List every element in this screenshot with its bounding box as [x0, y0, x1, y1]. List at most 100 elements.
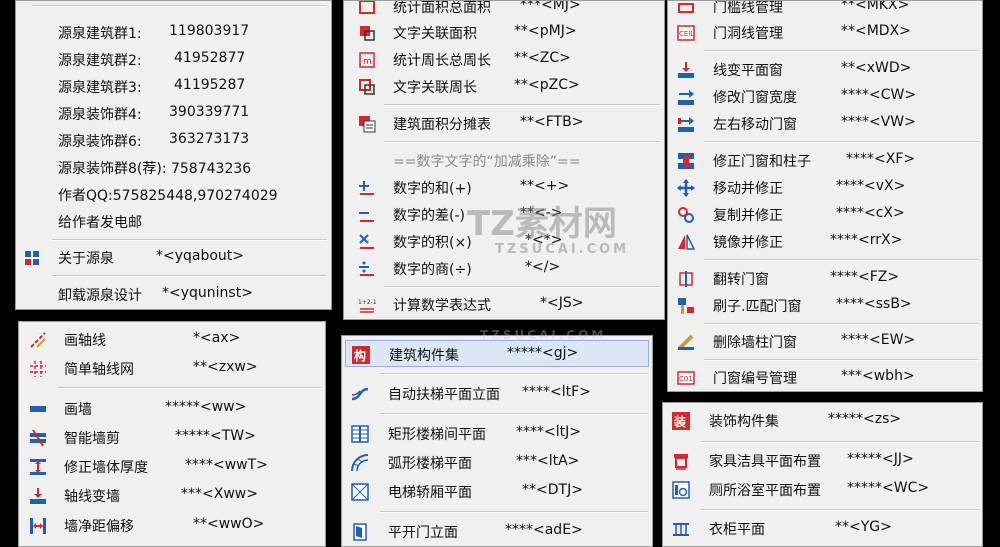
- menu-item-group6[interactable]: 源泉装饰群6: 363273173: [16, 127, 331, 154]
- menu-item-shortcut: ****<EW>: [841, 332, 916, 348]
- menu-separator: [704, 359, 978, 361]
- menu-item-label: 门槛线管理: [713, 0, 783, 16]
- menu-item-perimeter[interactable]: m 统计周长总周长 **<ZC>: [344, 46, 664, 73]
- menu-item-area-total[interactable]: 统计面积总面积 ***<MJ>: [344, 1, 664, 20]
- menu-item-brush-match[interactable]: 刷子.匹配门窗 ****<ssB>: [668, 292, 982, 319]
- menu-item-shortcut: *****<TW>: [175, 428, 256, 444]
- menu-item-area-table[interactable]: 建筑面积分摊表 **<FTB>: [344, 110, 664, 137]
- menu-item-uninstall[interactable]: 卸载源泉设计 *<yquninst>: [16, 281, 331, 308]
- menu-item-difference[interactable]: 数字的差(-) **<->: [344, 201, 664, 228]
- menu-item-door-number[interactable]: C01 门窗编号管理 ***<wbh>: [668, 364, 982, 391]
- menu-item-shortcut: **<wwO>: [193, 516, 265, 532]
- swing-door-icon: [351, 523, 369, 541]
- menu-item-rect-stair[interactable]: 矩形楼梯间平面 ****<ltJ>: [342, 420, 652, 447]
- decor-icon: 装: [672, 412, 690, 430]
- menu-item-label: 修改门窗宽度: [713, 90, 797, 106]
- menu-item-copy-fix[interactable]: 复制并修正 ****<cX>: [668, 201, 982, 228]
- menu-item-line-to-window[interactable]: 线变平面窗 **<xWD>: [668, 56, 982, 83]
- menu-item-wall-trim[interactable]: 智能墙剪 *****<TW>: [19, 424, 325, 451]
- menu-item-shortcut: *****<zs>: [828, 411, 902, 427]
- menu-item-wall-offset[interactable]: 墙净距偏移 **<wwO>: [19, 512, 325, 539]
- menu-item-furniture[interactable]: 家具洁具平面布置 *****<JJ>: [663, 447, 982, 474]
- menu-separator: [380, 511, 648, 513]
- menu-item-quotient[interactable]: 数字的商(÷) *</>: [344, 255, 664, 282]
- menu-item-door-opening[interactable]: CEIL 门洞线管理 **<MDX>: [668, 19, 982, 46]
- menu-item-label: 矩形楼梯间平面: [388, 427, 486, 443]
- menu-item-group3[interactable]: 源泉建筑群3: 41195287: [16, 73, 331, 100]
- menu-item-text-area[interactable]: 文字关联面积 **<pMJ>: [344, 19, 664, 46]
- menu-item-group2[interactable]: 源泉建筑群2: 41952877: [16, 46, 331, 73]
- menu-item-draw-wall[interactable]: 画墙 *****<ww>: [19, 395, 325, 422]
- wall-thickness-icon: [29, 458, 47, 476]
- menu-item-product[interactable]: 数字的积(×) *<*>: [344, 228, 664, 255]
- menu-item-label: 数字的差(-): [393, 208, 465, 224]
- menu-item-email-author[interactable]: 给作者发电邮: [16, 208, 331, 235]
- menu-heading-label: ==数字文字的“加减乘除”==: [393, 154, 581, 170]
- menu-item-shortcut: ****<wwT>: [185, 457, 268, 473]
- menu-item-mirror-fix[interactable]: 镜像并修正 ****<rrX>: [668, 228, 982, 255]
- menu-item-sum[interactable]: 数字的和(+) **<+>: [344, 174, 664, 201]
- door-opening-icon: CEIL: [677, 24, 695, 42]
- menu-separator: [380, 373, 648, 375]
- menu-item-label: 移动并修正: [713, 181, 783, 197]
- plus-icon: [358, 179, 376, 197]
- menu-separator: [384, 104, 660, 106]
- menu-item-label: 轴线变墙: [64, 489, 120, 505]
- svg-text:CEIL: CEIL: [679, 30, 694, 38]
- menu-item-label: 源泉建筑群2:: [58, 53, 142, 69]
- menu-item-group4[interactable]: 源泉装饰群4: 390339771: [16, 100, 331, 127]
- menu-item-arc-stair[interactable]: 弧形楼梯平面 ***<ltA>: [342, 449, 652, 476]
- menu-item-draw-axis[interactable]: 画轴线 *<ax>: [19, 326, 325, 353]
- menu-separator: [704, 323, 978, 325]
- menu-item-shortcut: **<ZC>: [514, 50, 571, 66]
- menu-item-label: 平开门立面: [388, 525, 458, 541]
- door-number-icon: C01: [677, 369, 695, 387]
- menu-item-author-qq[interactable]: 作者QQ:575825448,970274029: [16, 181, 331, 208]
- menu-item-door-sill[interactable]: 门槛线管理 **<MKX>: [668, 0, 982, 20]
- menu-item-axis-to-wall[interactable]: 轴线变墙 ***<Xww>: [19, 482, 325, 509]
- svg-text:1+2-1: 1+2-1: [358, 299, 376, 306]
- brush-match-icon: [677, 297, 695, 315]
- menu-item-component-set[interactable]: 构 建筑构件集 *****<gj>: [345, 340, 649, 367]
- menu-item-axis-grid[interactable]: 简单轴线网 **<zxw>: [19, 355, 325, 382]
- menu-item-expression[interactable]: 1+2-1 计算数学表达式 *<JS>: [344, 291, 664, 318]
- menu-item-delete-wall[interactable]: 删除墙柱门窗 ****<EW>: [668, 328, 982, 355]
- axis-line-icon: [29, 331, 47, 349]
- menu-item-shortcut: ****<rrX>: [830, 232, 903, 248]
- escalator-icon: [351, 385, 369, 403]
- menu-item-swing-door[interactable]: 平开门立面 ****<adE>: [342, 518, 652, 545]
- menu-item-window-width[interactable]: 修改门窗宽度 ****<CW>: [668, 83, 982, 110]
- menu-item-wall-thickness[interactable]: 修正墙体厚度 ****<wwT>: [19, 453, 325, 480]
- yuanquan-menu: 源泉建筑群1: 119803917 源泉建筑群2: 41952877 源泉建筑群…: [15, 0, 332, 310]
- menu-item-escalator[interactable]: 自动扶梯平面立面 ****<ltF>: [342, 380, 652, 407]
- menu-item-move-window[interactable]: 左右移动门窗 ****<VW>: [668, 110, 982, 137]
- wall-offset-icon: [29, 517, 47, 535]
- menu-item-group8[interactable]: 源泉装饰群8(荐): 758743236: [16, 154, 331, 181]
- menu-item-group1[interactable]: 源泉建筑群1: 119803917: [16, 19, 331, 46]
- menu-separator: [704, 50, 978, 52]
- menu-item-fix-window[interactable]: 修正门窗和柱子 ****<XF>: [668, 147, 982, 174]
- menu-item-shortcut: *<JS>: [540, 295, 584, 311]
- menu-item-elevator[interactable]: 电梯轿厢平面 **<DTJ>: [342, 478, 652, 505]
- arc-stair-icon: [351, 454, 369, 472]
- menu-item-shortcut: 390339771: [169, 104, 250, 120]
- menu-item-about[interactable]: 关于源泉 *<yqabout>: [16, 244, 331, 271]
- menu-item-decor-set[interactable]: 装 装饰构件集 *****<zs>: [663, 407, 982, 434]
- menu-item-label: 自动扶梯平面立面: [388, 387, 500, 403]
- menu-item-label: 画墙: [64, 402, 92, 418]
- svg-text:C01: C01: [679, 375, 693, 383]
- menu-item-label: 左右移动门窗: [713, 117, 797, 133]
- menu-item-shortcut: *****<JJ>: [847, 451, 914, 467]
- menu-separator: [380, 413, 648, 415]
- text-area-icon: [358, 24, 376, 42]
- menu-item-wardrobe[interactable]: 衣柜平面 **<YG>: [663, 515, 982, 542]
- menu-item-shortcut: **<->: [520, 205, 563, 221]
- decor-menu: 装 装饰构件集 *****<zs> 家具洁具平面布置 *****<JJ> 厕所浴…: [662, 402, 983, 547]
- menu-item-toilet[interactable]: 厕所浴室平面布置 *****<WC>: [663, 476, 982, 503]
- axis-grid-icon: [29, 360, 47, 378]
- menu-item-text-perimeter[interactable]: 文字关联周长 **<pZC>: [344, 73, 664, 100]
- menu-item-flip-door[interactable]: 翻转门窗 ****<FZ>: [668, 265, 982, 292]
- svg-text:构: 构: [354, 348, 366, 363]
- menu-item-label: 源泉装饰群8(荐): 758743236: [58, 161, 252, 177]
- menu-item-move-fix[interactable]: 移动并修正 ****<vX>: [668, 174, 982, 201]
